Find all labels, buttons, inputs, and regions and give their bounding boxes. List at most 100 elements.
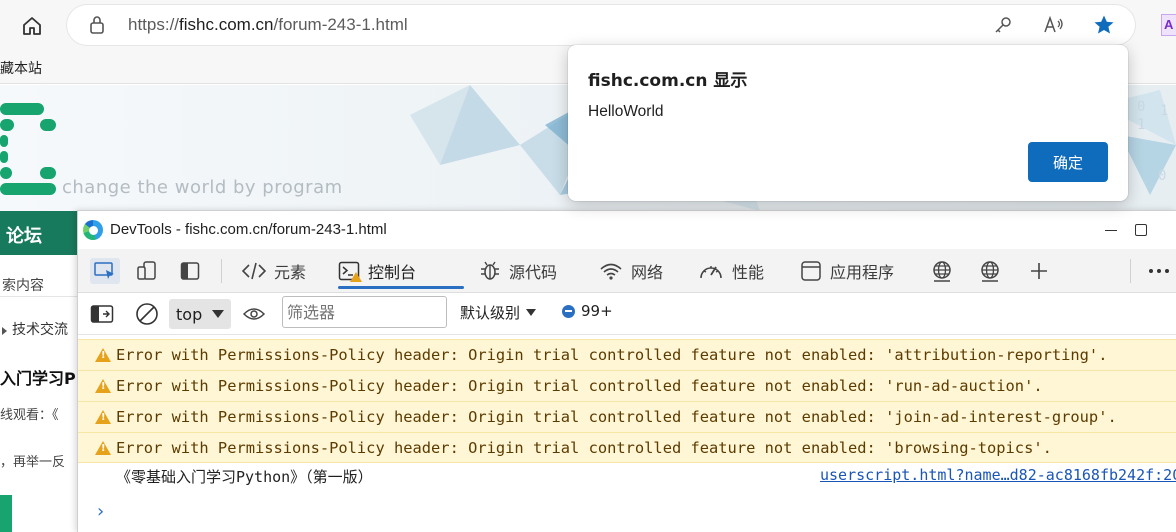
console-warning[interactable]: Error with Permissions-Policy header: Or… [78,401,1176,432]
url-host: fishc.com.cn [179,15,274,34]
tab-network[interactable]: 网络 [599,249,663,293]
site-search-box[interactable]: 索内容 [0,255,78,297]
alert-title: fishc.com.cn 显示 [588,71,748,91]
device-emulation-button[interactable] [134,259,160,283]
tab-separator [221,259,222,283]
site-search-text: 索内容 [2,278,44,294]
page-left-content: 索内容 技术交流 入门学习P 线观看：《 ，再举一反 [0,255,78,532]
application-icon [801,261,821,281]
ellipsis-icon [1149,269,1169,273]
more-tools-button[interactable] [1026,259,1052,283]
url-text[interactable]: https://fishc.com.cn/forum-243-1.html [128,15,408,35]
warning-icon [95,348,111,362]
svg-text:0: 0 [1158,168,1166,184]
home-button[interactable] [16,11,48,41]
url-path: /forum-243-1.html [273,15,408,34]
favorite-star-icon[interactable] [1092,14,1116,36]
post-title[interactable]: 入门学习P [0,365,76,389]
context-select[interactable]: top [169,299,231,329]
bug-icon [481,261,499,280]
read-aloud-icon[interactable] [1042,14,1066,36]
issues-count: 99+ [581,302,613,320]
devtools-window: DevTools - fishc.com.cn/forum-243-1.html… [77,210,1176,532]
console-warning[interactable]: Error with Permissions-Policy header: Or… [78,370,1176,401]
warning-icon [95,441,111,455]
log-level-select[interactable]: 默认级别 [460,302,537,323]
eye-icon [242,308,266,320]
tab-performance-label: 性能 [732,263,765,282]
extension-icon[interactable]: A [1161,14,1176,36]
site-nav: 论坛 [0,211,78,255]
edge-logo-icon [83,220,103,240]
warning-text: Error with Permissions-Policy header: Or… [116,439,1052,457]
wifi-icon [600,263,622,280]
dock-side-button[interactable] [177,259,203,283]
ok-button[interactable]: 确定 [1028,142,1108,182]
log-source-link[interactable]: userscript.html?name…d82-ac8168fb242f:20 [820,466,1176,484]
warning-icon [95,410,111,424]
tab-application[interactable]: 应用程序 [800,249,894,293]
favorite-item[interactable]: 藏本站 [0,58,42,78]
chevron-down-icon [526,309,537,316]
gauge-icon [700,266,722,279]
lock-icon[interactable] [89,15,105,39]
sidebar-toggle-icon [90,305,114,323]
tab-console[interactable]: 控制台 [338,249,464,293]
network-conditions-button[interactable] [977,259,1003,283]
alert-dialog: fishc.com.cn 显示 HelloWorld 确定 [568,45,1128,201]
warning-icon [95,379,111,393]
svg-text:1: 1 [1137,117,1145,133]
alert-message: HelloWorld [588,103,664,120]
devtools-title: DevTools - fishc.com.cn/forum-243-1.html [110,221,387,238]
warning-text: Error with Permissions-Policy header: Or… [116,346,1108,364]
devtools-tabbar: 元素 控制台 源代码 网络 性能 应用程序 [78,249,1176,293]
warning-badge-icon [350,272,362,282]
tab-elements[interactable]: 元素 [242,249,306,293]
clear-console-button[interactable] [134,302,160,326]
chevron-down-icon [212,310,224,318]
site-slogan: change the world by program [62,177,343,198]
console-toolbar: top 默认级别 99+ [78,293,1176,335]
console-warning[interactable]: Error with Permissions-Policy header: Or… [78,339,1176,370]
nav-forum-link[interactable]: 论坛 [6,222,42,248]
devtools-titlebar: DevTools - fishc.com.cn/forum-243-1.html [78,211,1176,249]
globe-icon [981,261,999,282]
more-options-button[interactable] [1146,259,1172,283]
maximize-button[interactable] [1135,224,1147,236]
console-filter-input[interactable] [282,296,447,328]
console-warning[interactable]: Error with Permissions-Policy header: Or… [78,432,1176,463]
tab-performance[interactable]: 性能 [698,249,764,293]
network-globe-button[interactable] [929,259,955,283]
breadcrumb-arrow-icon [2,327,7,335]
tab-separator [1130,259,1131,283]
tab-sources-label: 源代码 [509,263,558,282]
tab-network-label: 网络 [631,263,664,282]
context-value: top [176,305,203,324]
issues-counter[interactable]: 99+ [562,302,613,320]
breadcrumb-item[interactable]: 技术交流 [12,319,68,339]
issues-icon [562,304,575,318]
console-log-message[interactable]: 《零基础入门学习Python》（第一版） userscript.html?nam… [78,460,1176,491]
inspect-icon [94,262,114,279]
green-block [0,495,12,532]
post-text-line: 线观看：《 [0,408,59,423]
console-messages: Error with Permissions-Policy header: Or… [78,336,1176,532]
log-level-label: 默认级别 [460,304,521,322]
console-sidebar-button[interactable] [89,302,115,326]
dock-side-icon [180,262,200,280]
minimize-button[interactable] [1105,230,1117,231]
tab-sources[interactable]: 源代码 [479,249,557,293]
key-icon[interactable] [991,14,1015,36]
console-prompt[interactable]: › [95,501,106,522]
tab-application-label: 应用程序 [830,263,895,282]
live-expression-button[interactable] [241,302,267,326]
clear-icon [136,303,158,325]
svg-text:1: 1 [1160,103,1168,119]
console-icon [338,261,362,282]
inspect-element-button[interactable] [90,258,120,284]
address-bar[interactable]: https://fishc.com.cn/forum-243-1.html [67,5,1135,45]
warning-text: Error with Permissions-Policy header: Or… [116,377,1043,395]
post-text-line: ，再举一反 [0,455,66,470]
log-text: 《零基础入门学习Python》（第一版） [116,468,373,486]
globe-icon [933,261,951,282]
